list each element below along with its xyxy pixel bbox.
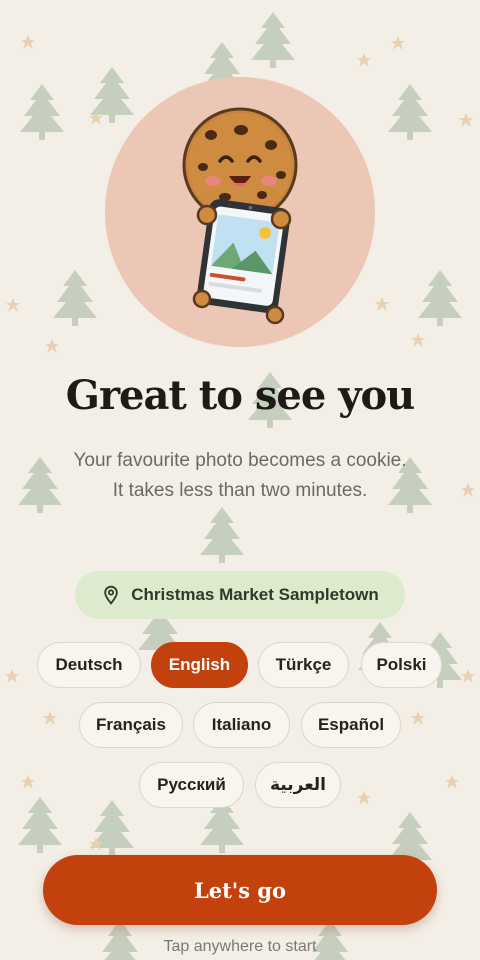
location-pin-icon [104,585,118,605]
location-chip: Christmas Market Sampletown [75,571,405,619]
location-name: Christmas Market Sampletown [131,585,379,604]
language-option-francais[interactable]: Français [79,702,183,748]
lets-go-button[interactable]: Let's go [43,855,437,925]
subtitle: Your favourite photo becomes a cookie. I… [73,450,407,501]
welcome-screen[interactable]: Great to see you Your favourite photo be… [0,0,480,960]
cookie-holding-phone-icon [182,107,298,325]
language-option-deutsch[interactable]: Deutsch [37,642,141,688]
language-option-russian[interactable]: Русский [139,762,244,808]
language-option-arabic[interactable]: العربية [255,762,341,808]
language-option-italiano[interactable]: Italiano [193,702,290,748]
language-option-polski[interactable]: Polski [361,642,442,688]
language-option-english[interactable]: English [151,642,248,688]
language-option-turkce[interactable]: Türkçe [258,642,349,688]
page-title: Great to see you [65,372,415,419]
tap-to-start-hint: Tap anywhere to start [163,938,317,955]
language-option-espanol[interactable]: Español [301,702,401,748]
